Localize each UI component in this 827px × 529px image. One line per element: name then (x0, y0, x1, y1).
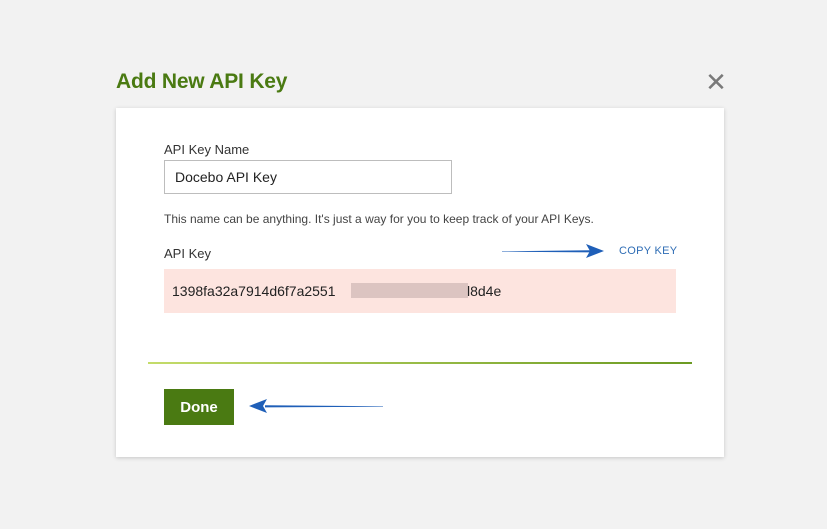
redacted-block (351, 283, 468, 298)
close-icon[interactable]: ✕ (705, 70, 727, 96)
annotation-arrow-right-icon (502, 244, 604, 258)
dialog-card: API Key Name This name can be anything. … (116, 108, 724, 457)
copy-key-link[interactable]: COPY KEY (619, 245, 677, 257)
dialog-title: Add New API Key (116, 70, 288, 93)
done-button[interactable]: Done (164, 389, 234, 425)
api-key-field[interactable]: 1398fa32a7914d6f7a2551 l8d4e (164, 269, 676, 313)
api-key-name-input[interactable] (164, 160, 452, 194)
annotation-arrow-left-icon (249, 399, 383, 413)
api-key-name-label: API Key Name (164, 142, 250, 157)
page: Add New API Key ✕ API Key Name This name… (0, 0, 827, 529)
api-key-label: API Key (164, 246, 211, 261)
divider (148, 362, 692, 364)
help-text: This name can be anything. It's just a w… (164, 212, 594, 226)
api-key-suffix: l8d4e (467, 283, 502, 299)
api-key-prefix: 1398fa32a7914d6f7a2551 (172, 283, 336, 299)
